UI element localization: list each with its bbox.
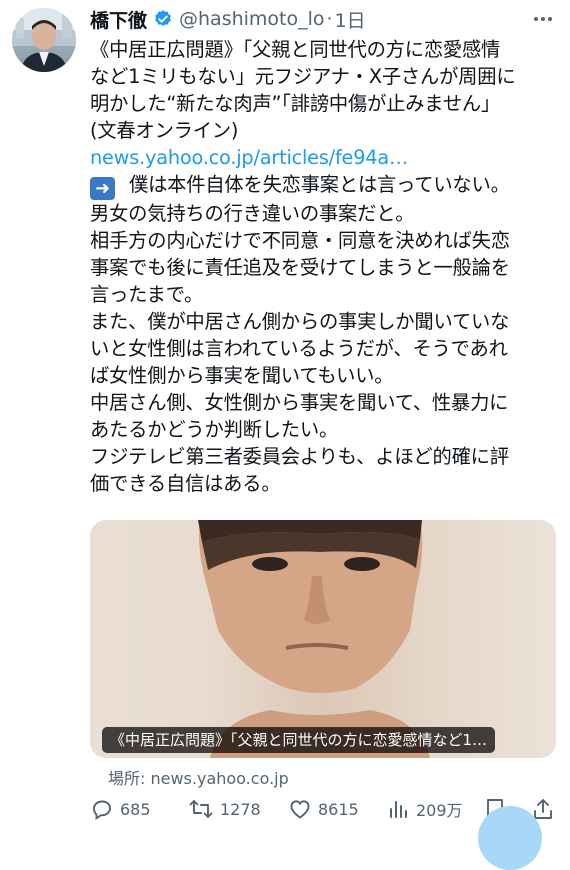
text-line: ➜ 僕は本件自体を失恋事案とは言っていない。	[90, 171, 560, 200]
text-line: (文春オンライン)	[90, 119, 239, 142]
retweet-count: 1278	[220, 799, 261, 819]
avatar-photo	[12, 8, 76, 72]
like-icon	[288, 797, 312, 821]
compose-button[interactable]	[478, 806, 542, 870]
author-avatar[interactable]	[12, 8, 76, 72]
like-button[interactable]: 8615	[288, 797, 359, 821]
text-line: ば女性側から事実を聞いてもいい。	[90, 364, 394, 387]
retweet-button[interactable]: 1278	[188, 797, 261, 821]
text-line: 価できる自信はある。	[90, 472, 281, 495]
text-line: あたるかどうか判断したい。	[90, 418, 339, 441]
retweet-icon	[188, 797, 214, 821]
separator-dot: ·	[326, 8, 333, 30]
reply-icon	[90, 797, 114, 821]
share-button[interactable]	[532, 797, 554, 821]
tweet-time[interactable]: 1日	[335, 6, 366, 33]
text-line: 男女の気持ちの行き違いの事案だと。	[90, 202, 415, 225]
text-line: フジテレビ第三者委員会よりも、よほど的確に評	[90, 445, 509, 468]
reply-count: 685	[120, 799, 151, 819]
card-photo	[198, 520, 430, 758]
arrow-emoji-icon: ➜	[90, 177, 115, 200]
text-line: 《中居正広問題》「父親と同世代の方に恋愛感情	[90, 38, 501, 61]
card-source[interactable]: 場所: news.yahoo.co.jp	[108, 765, 289, 789]
more-icon[interactable]	[530, 13, 556, 25]
text-line: など1ミリもない」元フジアナ・X子さんが周囲に	[90, 65, 516, 88]
tweet-text: 《中居正広問題》「父親と同世代の方に恋愛感情 など1ミリもない」元フジアナ・X子…	[90, 36, 560, 497]
article-link[interactable]: news.yahoo.co.jp/articles/fe94a…	[90, 144, 560, 171]
text-line: 相手方の内心だけで不同意・同意を決めれば失恋	[90, 229, 510, 252]
views-button[interactable]: 209万	[388, 797, 463, 821]
text-line: 中居さん側、女性側から事実を聞いて、性暴力に	[90, 391, 509, 414]
text-line: また、僕が中居さん側からの事実しか聞いていな	[90, 310, 510, 333]
tweet-header: 橋下徹 @hashimoto_lo · 1日	[90, 6, 556, 32]
views-icon	[388, 797, 410, 821]
text-line: いと女性側は言われているようだが、そうであれ	[90, 337, 508, 360]
verified-badge-icon	[153, 9, 173, 29]
text-line: 明かした“新たな肉声”「誹謗中傷が止みません」	[90, 92, 501, 115]
reply-button[interactable]: 685	[90, 797, 151, 821]
text-line: 事案でも後に責任追及を受けてしまうと一般論を	[90, 256, 510, 279]
like-count: 8615	[318, 799, 359, 819]
share-icon	[532, 797, 554, 821]
views-count: 209万	[416, 801, 463, 820]
author-name[interactable]: 橋下徹	[90, 6, 147, 33]
text-line-content: 僕は本件自体を失恋事案とは言っていない。	[129, 173, 510, 196]
author-handle[interactable]: @hashimoto_lo	[179, 8, 325, 30]
card-caption: 《中居正広問題》「父親と同世代の方に恋愛感情など1…	[102, 727, 496, 753]
link-card[interactable]: 《中居正広問題》「父親と同世代の方に恋愛感情など1…	[90, 520, 556, 758]
text-line: 言ったまで。	[90, 283, 204, 306]
